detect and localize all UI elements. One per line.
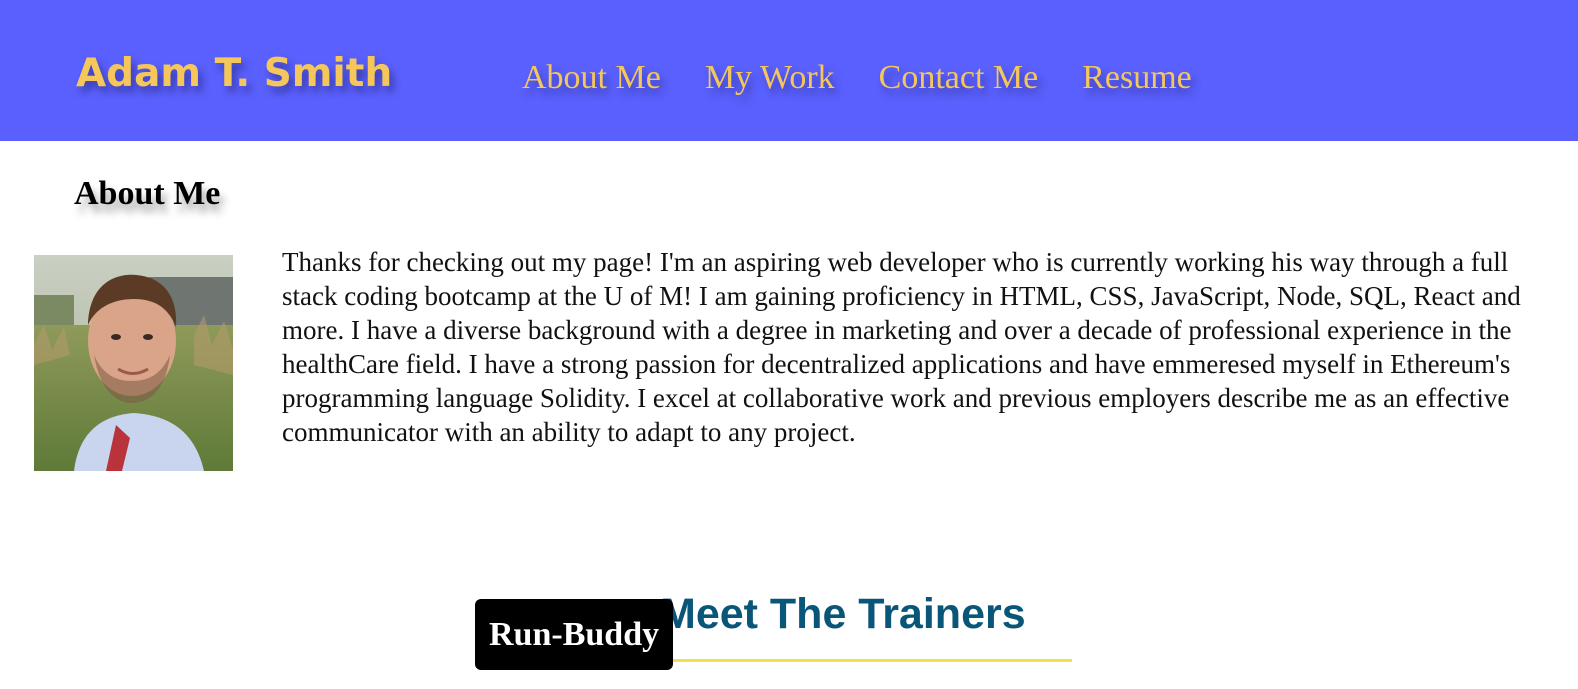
nav-link-about-me[interactable]: About Me — [522, 56, 661, 100]
project-preview-heading: Meet The Trainers — [660, 590, 1026, 638]
site-brand: Adam T. Smith — [76, 51, 393, 96]
about-section-title: About Me — [74, 175, 221, 212]
nav-link-contact-me[interactable]: Contact Me — [879, 56, 1039, 100]
project-preview-underline — [666, 659, 1072, 662]
nav-link-resume[interactable]: Resume — [1082, 56, 1192, 100]
site-header: Adam T. Smith About Me My Work Contact M… — [0, 0, 1578, 141]
profile-photo — [34, 255, 233, 471]
main-nav: About Me My Work Contact Me Resume — [522, 56, 1192, 100]
project-label[interactable]: Run-Buddy — [475, 599, 674, 670]
profile-photo-illustration — [34, 255, 233, 471]
nav-link-my-work[interactable]: My Work — [705, 56, 835, 100]
project-card-run-buddy[interactable]: Meet The Trainers Run-Buddy — [474, 560, 1114, 689]
about-bio-text: Thanks for checking out my page! I'm an … — [282, 247, 1521, 447]
